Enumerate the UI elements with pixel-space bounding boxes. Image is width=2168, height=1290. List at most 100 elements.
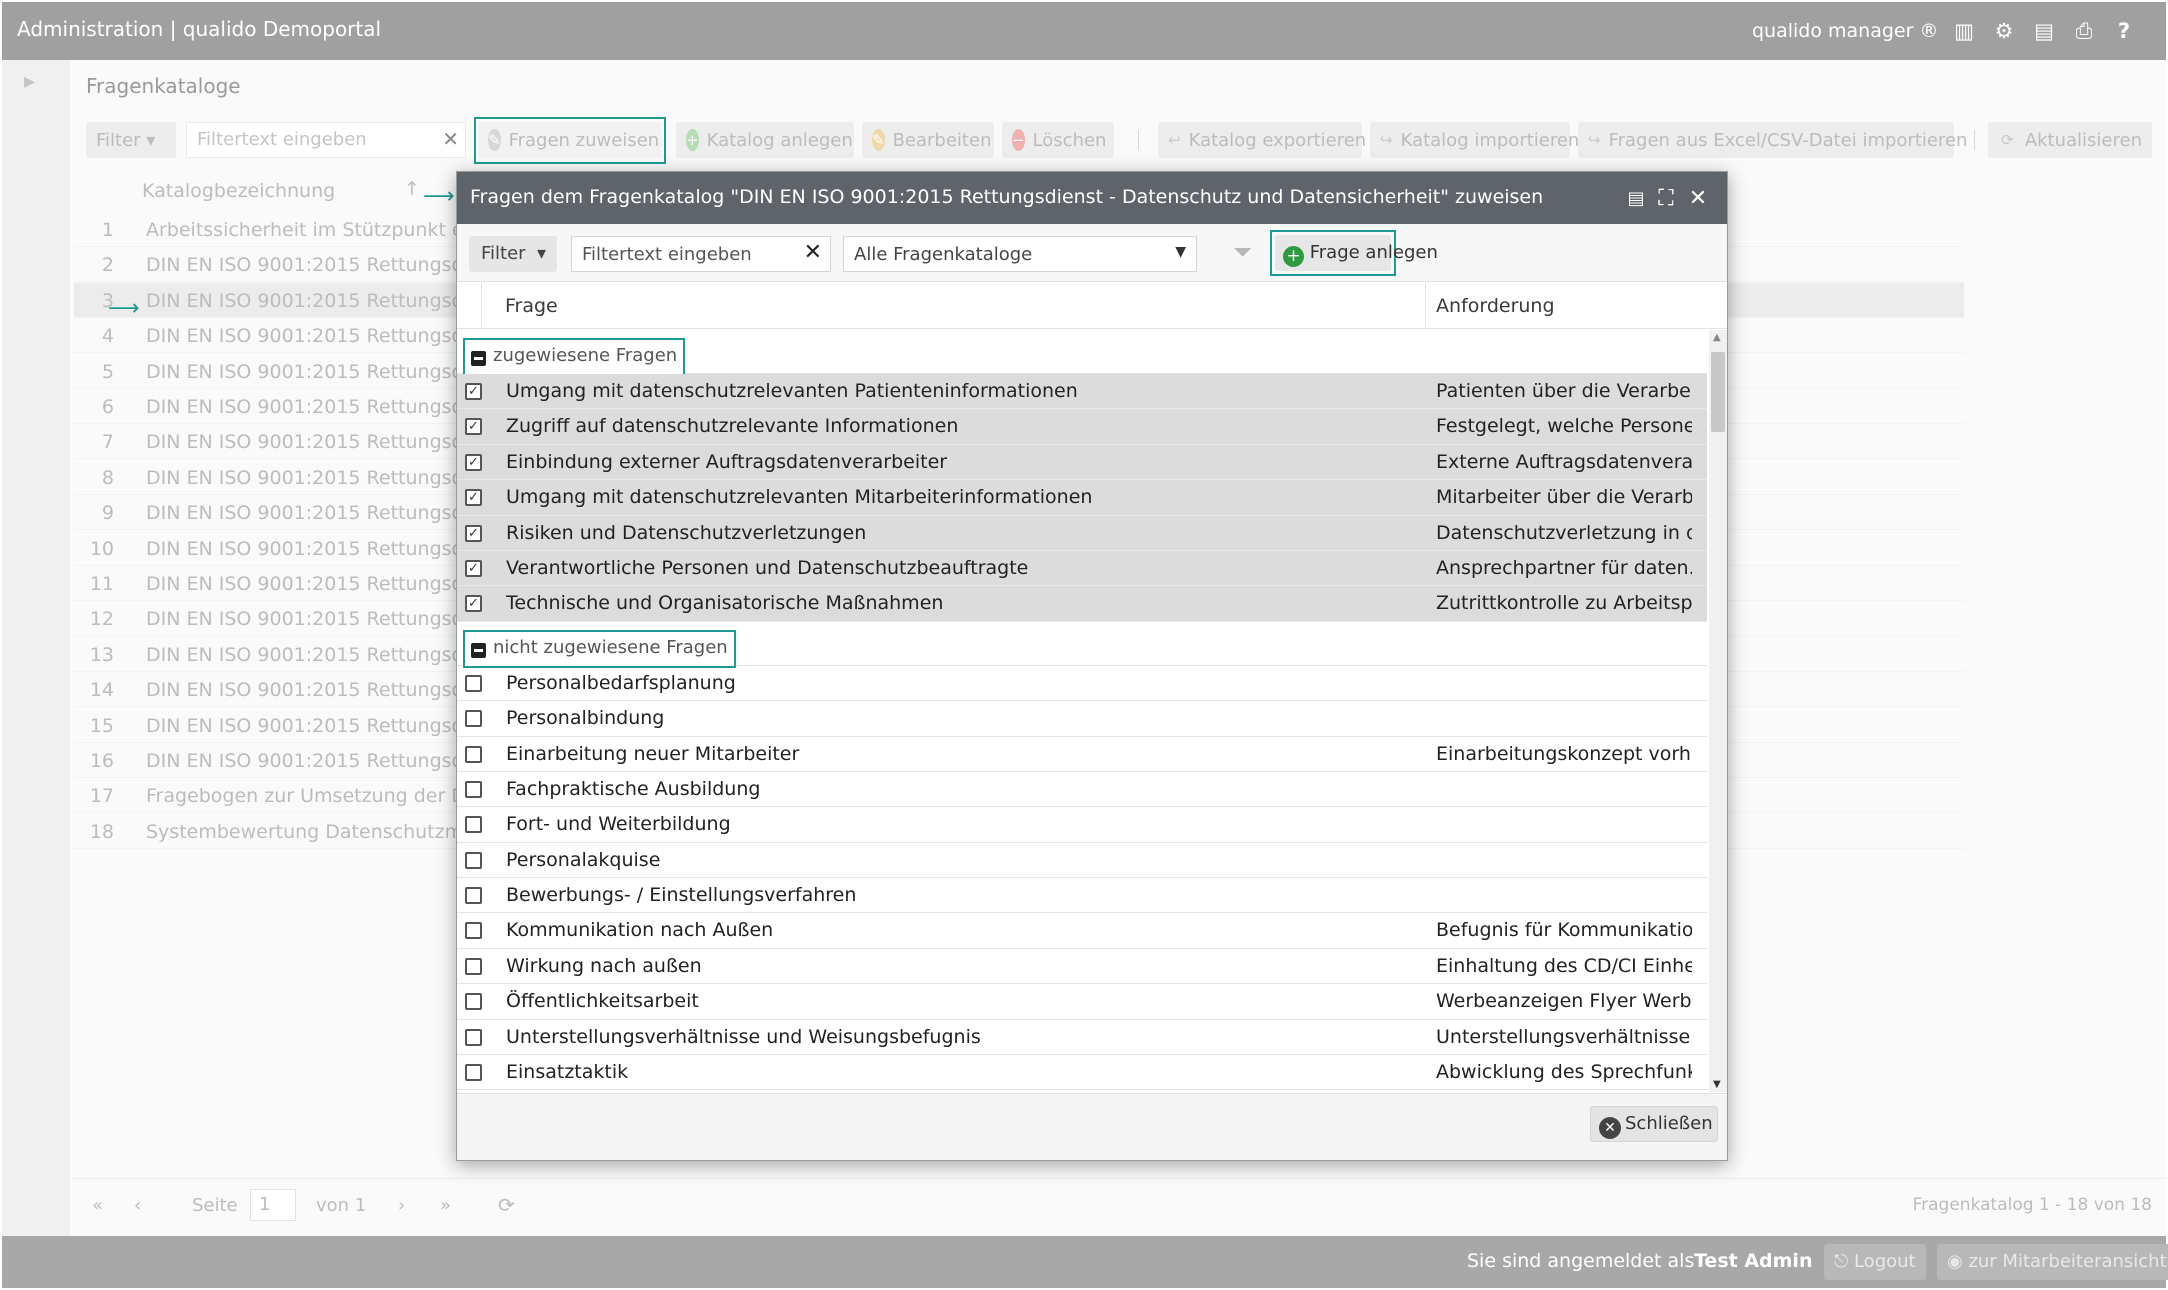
question-row-partial[interactable] (457, 1090, 1707, 1092)
printer-icon[interactable]: ⎙ (2071, 18, 2097, 44)
checkbox-checked[interactable]: ✓ (465, 418, 482, 436)
divider (1425, 283, 1426, 329)
checkbox[interactable] (465, 745, 482, 763)
col-question[interactable]: Frage (505, 295, 558, 317)
page-title: Fragenkataloge (86, 74, 241, 98)
refresh-icon[interactable]: ⟳ (498, 1193, 515, 1217)
question-row[interactable]: ✓ Technische und Organisatorische Maßnahm… (457, 586, 1707, 622)
question-row[interactable]: Unterstellungsverhältnisse und Weisungsb… (457, 1020, 1707, 1056)
group-assigned-header[interactable]: zugewiesene Fragen (463, 338, 686, 376)
group-unassigned[interactable]: nicht zugewiesene Fragen (457, 622, 1707, 668)
question-row[interactable]: ✓ Zugriff auf datenschutzrelevante Inform… (457, 409, 1707, 445)
scroll-up-icon[interactable]: ▲ (1713, 332, 1721, 343)
expand-panel-icon[interactable]: ▶ (24, 74, 35, 90)
question-row[interactable]: ✓ Umgang mit datenschutzrelevanten Patien… (457, 374, 1707, 410)
export-button[interactable]: ↩ Katalog exportieren (1158, 122, 1366, 158)
checkbox-checked[interactable]: ✓ (465, 489, 482, 507)
scroll-down-icon[interactable]: ▼ (1713, 1079, 1721, 1090)
catalog-name: DIN EN ISO 9001:2015 Rettungsdien (146, 573, 476, 595)
create-question-button[interactable]: + Frage anlegen (1275, 235, 1438, 271)
next-page-icon[interactable]: › (398, 1195, 405, 1216)
question-text: Umgang mit datenschutzrelevanten Patient… (506, 380, 1078, 402)
create-catalog-button[interactable]: + Katalog anlegen (676, 122, 854, 158)
question-row[interactable]: ✓ Einbindung externer Auftragsdatenverarb… (457, 444, 1707, 481)
close-dialog-button[interactable]: ✕ Schließen (1590, 1106, 1718, 1142)
checkbox-checked[interactable]: ✓ (465, 383, 482, 400)
employee-view-button[interactable]: ◉ zur Mitarbeiteransicht (1937, 1244, 2168, 1280)
checkbox[interactable] (465, 887, 482, 905)
collapse-icon[interactable] (471, 351, 486, 366)
scrollbar-thumb[interactable] (1711, 352, 1725, 432)
import-button[interactable]: ↪ Katalog importieren (1370, 122, 1579, 158)
question-row[interactable]: Wirkung nach außen Einhaltung des CD/CI E… (457, 949, 1707, 985)
checkbox[interactable] (465, 922, 482, 940)
catalog-name: DIN EN ISO 9001:2015 Rettungsdien (146, 396, 476, 418)
checkbox[interactable] (465, 957, 482, 975)
checkbox[interactable] (465, 816, 482, 834)
requirement-text: Werbeanzeigen Flyer Werb... (1436, 990, 1692, 1013)
question-row[interactable]: Personalbedarfsplanung (457, 666, 1707, 702)
group-assigned[interactable]: zugewiesene Fragen (457, 330, 1707, 376)
question-row[interactable]: ✓ Umgang mit datenschutzrelevanten Mitarb… (457, 480, 1707, 516)
checkbox-checked[interactable]: ✓ (465, 453, 482, 471)
sitemap-icon[interactable]: ⚙ (1991, 18, 2017, 44)
collapse-icon[interactable] (471, 642, 486, 658)
logout-button[interactable]: ⎋ Logout (1824, 1244, 1926, 1280)
question-row[interactable]: Bewerbungs- / Einstellungsverfahren (457, 878, 1707, 914)
question-row[interactable]: Kommunikation nach Außen Befugnis für Kom… (457, 913, 1707, 949)
dialog-filter-button[interactable]: Filter ▾ (469, 236, 557, 272)
question-row[interactable]: Personalbindung (457, 701, 1707, 737)
checkbox[interactable] (465, 710, 482, 728)
question-row[interactable]: ✓ Verantwortliche Personen und Datenschut… (457, 550, 1707, 587)
checkbox[interactable] (465, 1064, 482, 1082)
dialog-filter-input[interactable]: Filtertext eingeben ✕ (571, 236, 831, 272)
clear-filter-icon[interactable]: ✕ (442, 127, 459, 151)
question-row[interactable]: Einsatztaktik Abwicklung des Sprechfunk..… (457, 1055, 1707, 1091)
page-input[interactable]: 1 (250, 1189, 296, 1221)
col-requirement[interactable]: Anforderung (1436, 295, 1555, 317)
dialog-header[interactable]: Fragen dem Fragenkatalog "DIN EN ISO 900… (457, 172, 1727, 224)
last-page-icon[interactable]: » (440, 1195, 451, 1216)
clear-filter-icon[interactable]: ✕ (804, 240, 822, 265)
close-icon[interactable]: ✕ (1685, 185, 1711, 211)
question-row[interactable]: Fort- und Weiterbildung (457, 807, 1707, 843)
delete-button[interactable]: − Löschen (1002, 122, 1114, 158)
catalog-select[interactable]: Alle Fragenkataloge ▼ (843, 236, 1197, 272)
pdf-icon[interactable]: ▤ (2031, 18, 2057, 44)
refresh-icon: ⟳ (2001, 131, 2014, 149)
checkbox[interactable] (465, 993, 482, 1011)
question-row[interactable]: Einarbeitung neuer Mitarbeiter Einarbeitu… (457, 737, 1707, 772)
funnel-icon[interactable]: ⏷ (1233, 238, 1252, 266)
question-row[interactable]: ✓ Risiken und Datenschutzverletzungen Date… (457, 515, 1707, 551)
maximize-icon[interactable]: ⛶ (1653, 185, 1679, 211)
checkbox[interactable] (465, 1028, 482, 1046)
refresh-button[interactable]: ⟳ Aktualisieren (1988, 122, 2152, 158)
share-icon: ↪ (1588, 131, 1601, 149)
row-number: 5 (101, 360, 114, 383)
group-unassigned-header[interactable]: nicht zugewiesene Fragen (463, 629, 736, 668)
logout-label: Logout (1853, 1251, 1916, 1272)
help-icon[interactable]: ? (2111, 18, 2137, 44)
import-excel-button[interactable]: ↪ Fragen aus Excel/CSV-Datei importieren (1578, 122, 1967, 158)
checkbox[interactable] (465, 674, 482, 692)
question-row[interactable]: Fachpraktische Ausbildung (457, 772, 1707, 808)
checkbox-checked[interactable]: ✓ (465, 595, 482, 613)
checkbox-checked[interactable]: ✓ (465, 524, 482, 542)
checkbox[interactable] (465, 851, 482, 869)
question-row[interactable]: Personalakquise (457, 843, 1707, 879)
filter-input[interactable]: Filtertext eingeben ✕ (186, 122, 466, 158)
filter-button[interactable]: Filter ▾ (86, 122, 176, 158)
excel-export-icon[interactable]: ▤ (1623, 185, 1649, 211)
question-text: Risiken und Datenschutzverletzungen (506, 521, 867, 544)
scrollbar[interactable]: ▲ ▼ (1709, 330, 1727, 1092)
prev-page-icon[interactable]: ‹ (134, 1195, 141, 1216)
dialog-column-header: Frage Anforderung (457, 283, 1727, 329)
checkbox[interactable] (465, 780, 482, 798)
divider (481, 283, 482, 329)
dialog-toolbar: Filter ▾ Filtertext eingeben ✕ Alle Frage… (457, 224, 1727, 282)
edit-button[interactable]: ✎ Bearbeiten (862, 122, 994, 158)
barcode-icon[interactable]: ▥ (1951, 18, 1977, 44)
checkbox-checked[interactable]: ✓ (465, 559, 482, 577)
question-row[interactable]: Öffentlichkeitsarbeit Werbeanzeigen Flyer… (457, 984, 1707, 1020)
first-page-icon[interactable]: « (92, 1195, 103, 1216)
